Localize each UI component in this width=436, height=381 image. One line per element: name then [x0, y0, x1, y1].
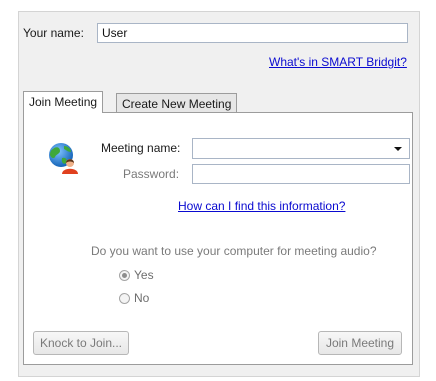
join-meeting-button[interactable]: Join Meeting [318, 331, 402, 355]
how-find-info-link[interactable]: How can I find this information? [178, 199, 345, 213]
audio-yes-label: Yes [134, 268, 154, 282]
audio-question-text: Do you want to use your computer for mee… [91, 244, 377, 258]
knock-to-join-button[interactable]: Knock to Join... [33, 331, 129, 355]
your-name-input[interactable] [97, 23, 408, 43]
audio-yes-option[interactable]: Yes [119, 268, 154, 282]
tab-join-meeting[interactable]: Join Meeting [23, 91, 104, 113]
tab-create-new-meeting[interactable]: Create New Meeting [116, 93, 238, 113]
bridgit-dialog: Your name: What's in SMART Bridgit? Join… [18, 11, 420, 377]
password-label: Password: [123, 167, 180, 181]
chevron-down-icon[interactable] [394, 147, 402, 151]
audio-no-radio[interactable] [119, 292, 130, 304]
password-input[interactable] [192, 164, 410, 184]
audio-no-option[interactable]: No [119, 291, 149, 305]
audio-no-label: No [134, 291, 150, 305]
join-meeting-panel: Meeting name: Password: How can I find t… [23, 112, 413, 365]
globe-user-icon [49, 143, 78, 174]
whats-in-bridgit-link[interactable]: What's in SMART Bridgit? [269, 55, 407, 69]
meeting-name-dropdown[interactable] [192, 138, 410, 159]
audio-yes-radio[interactable] [119, 269, 130, 281]
your-name-label: Your name: [23, 26, 84, 40]
meeting-name-label: Meeting name: [101, 141, 181, 155]
